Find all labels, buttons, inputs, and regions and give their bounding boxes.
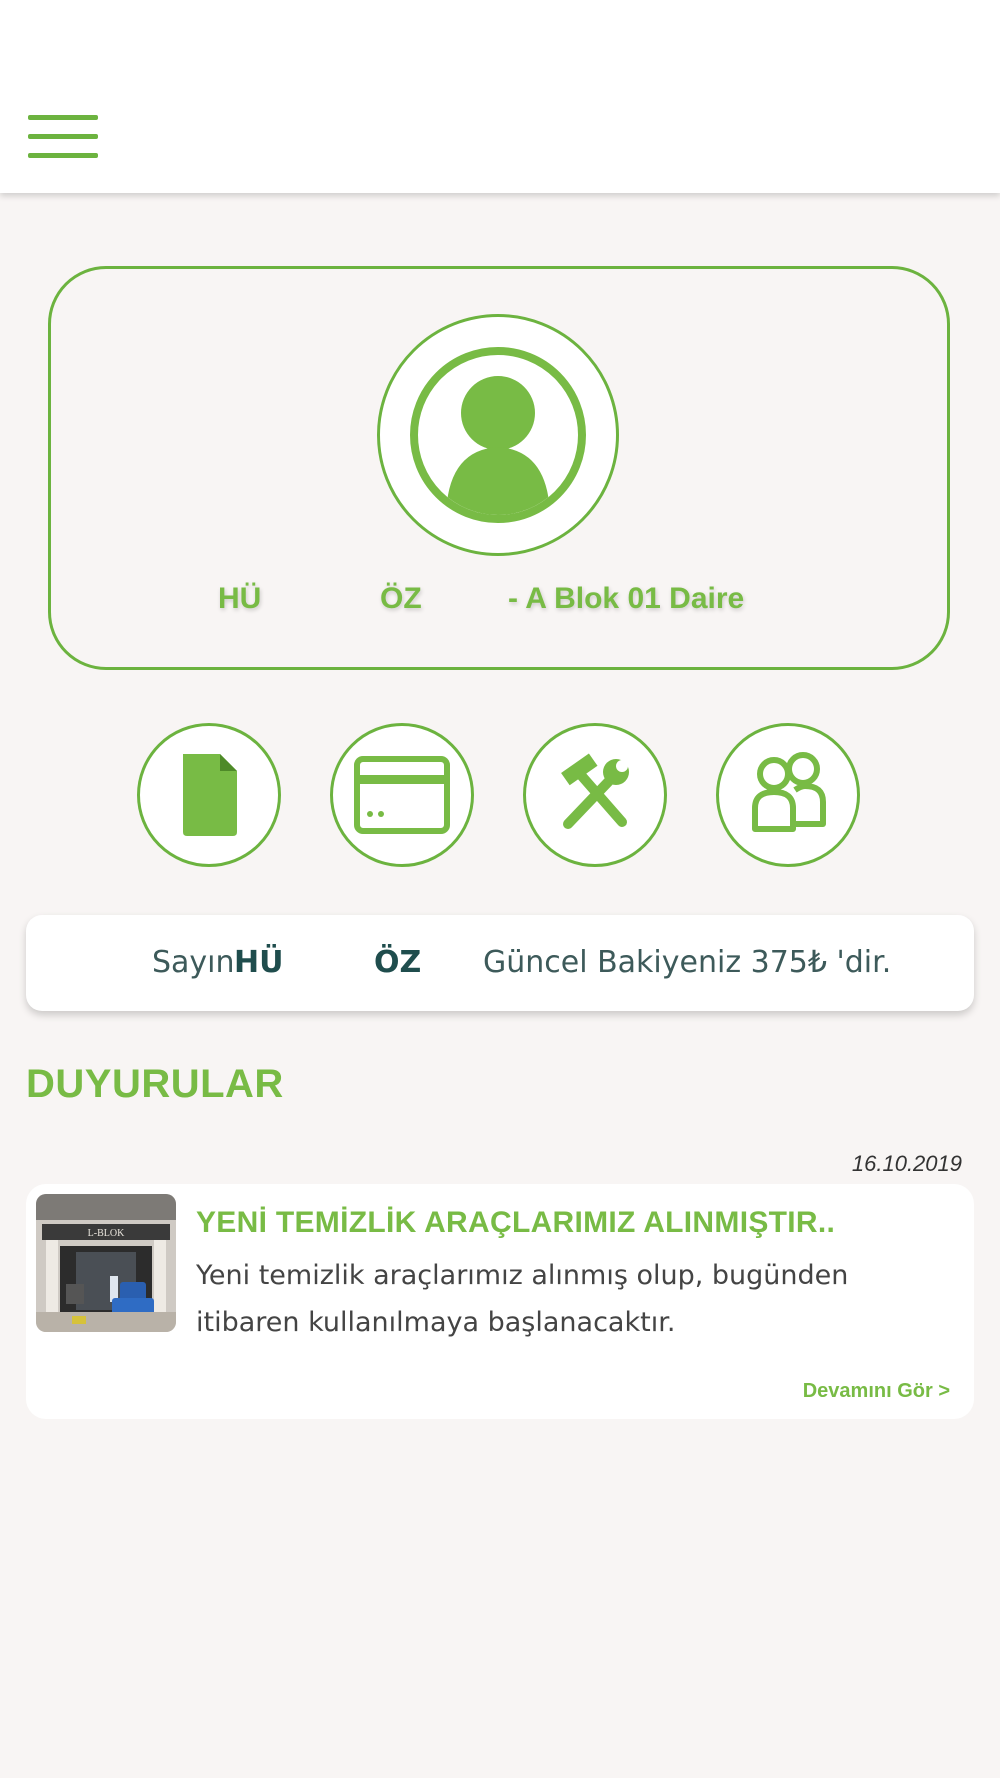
announcements-title: DUYURULAR [26, 1062, 284, 1106]
tools-icon [561, 753, 629, 829]
documents-button[interactable] [137, 723, 281, 867]
profile-unit: - A Blok 01 Daire [508, 582, 745, 615]
news-body: Yeni temizlik araçlarımız alınmış olup, … [196, 1260, 849, 1338]
balance-prefix: Sayın [152, 945, 235, 980]
payments-button[interactable] [330, 723, 474, 867]
users-icon [752, 752, 826, 832]
news-headline: YENİ TEMİZLİK ARAÇLARIMIZ ALINMIŞTIR.. [196, 1206, 836, 1239]
user-avatar-icon [410, 347, 586, 523]
residents-button[interactable] [716, 723, 860, 867]
hamburger-menu-icon[interactable] [28, 115, 98, 159]
maintenance-button[interactable] [523, 723, 667, 867]
news-card[interactable]: L-BLOK YENİ TEMİZLİK ARAÇLARIMIZ ALINMIŞ… [26, 1184, 974, 1419]
profile-last-name: ÖZ [380, 582, 422, 615]
document-icon [183, 754, 237, 836]
profile-avatar[interactable] [377, 314, 619, 556]
news-date: 16.10.2019 [851, 1151, 962, 1176]
balance-text: Güncel Bakiyeniz 375₺ 'dir. [483, 945, 892, 980]
credit-card-icon [354, 756, 450, 834]
news-thumbnail: L-BLOK [36, 1194, 176, 1332]
balance-last-name: ÖZ [374, 945, 422, 980]
balance-first-name: HÜ [234, 945, 284, 980]
profile-first-name: HÜ [218, 582, 262, 615]
balance-bar: Sayın HÜ ÖZ Güncel Bakiyeniz 375₺ 'dir. [26, 915, 974, 1011]
news-sign-text: L-BLOK [88, 1228, 125, 1239]
read-more-link[interactable]: Devamını Gör > [803, 1380, 950, 1403]
top-app-bar [0, 0, 1000, 193]
profile-name: HÜ ÖZ - A Blok 01 Daire [0, 582, 1000, 622]
